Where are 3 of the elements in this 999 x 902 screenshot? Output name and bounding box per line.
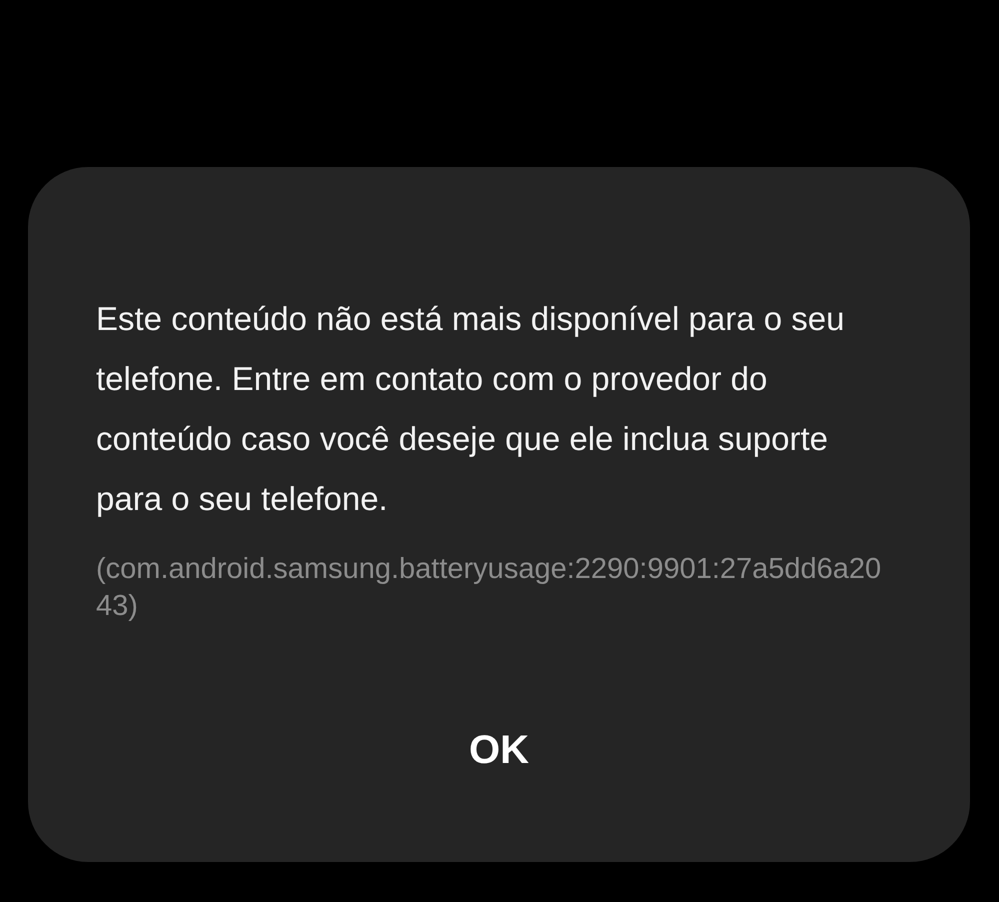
error-code: (com.android.samsung.batteryusage:2290:9901:27a5dd6a2043) [96,552,882,624]
ok-button[interactable]: OK [439,720,559,781]
dialog-message: Este conteúdo não está mais disponível para o seu telefone. Entre em contato com o provedor do conteúdo caso você deseje que ele inclua suporte para o seu telefone. [96,299,846,519]
